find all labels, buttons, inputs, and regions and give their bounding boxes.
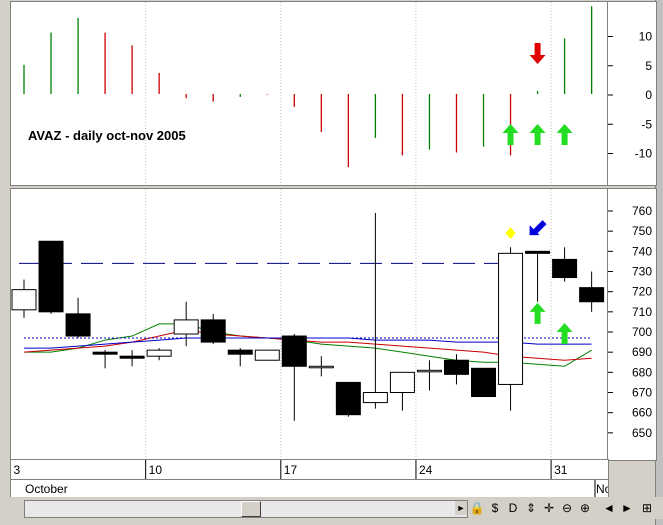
- d-icon[interactable]: D: [504, 499, 522, 517]
- y-tick-label: 710: [632, 305, 652, 319]
- y-tick-label: 730: [632, 265, 652, 279]
- yellow-diamond-marker: [505, 227, 516, 240]
- candle-body-up: [389, 371, 415, 394]
- green-up-arrow-marker: [529, 302, 546, 324]
- window-left-edge: [0, 0, 10, 525]
- green-up-arrow-marker: [529, 123, 546, 145]
- y-tick-label: 750: [632, 224, 652, 238]
- candle-body-up: [11, 289, 37, 311]
- candle-body-up: [308, 365, 334, 369]
- candle-body-down: [200, 319, 226, 343]
- oscillator-y-axis: 10 5 0 -5 -10: [607, 1, 657, 186]
- candle-body-down: [227, 349, 253, 355]
- price-grid: [10, 189, 552, 460]
- lock-icon[interactable]: 🔒: [468, 499, 486, 517]
- candle-body-down: [281, 335, 307, 367]
- price-chart: [10, 189, 605, 460]
- y-tick-label: 760: [632, 204, 652, 218]
- price-pane: [10, 188, 609, 461]
- oscillator-y-axis-labels: 10 5 0 -5 -10: [608, 30, 653, 161]
- y-tick-label: 670: [632, 386, 652, 400]
- candle-body-down: [92, 351, 118, 355]
- chart-toolbar: ► 🔒 $ D ⇕ ✛ ⊖ ⊕ ◄ ► ⊞: [10, 497, 663, 519]
- date-tick-label: 10: [149, 463, 163, 477]
- y-tick-label: 0: [645, 88, 652, 102]
- y-tick-label: 720: [632, 285, 652, 299]
- red-down-arrow-marker: [529, 43, 546, 65]
- date-axis-labels: 3 10 17 24 31: [10, 460, 568, 480]
- month-axis: October No: [10, 479, 612, 498]
- chart-title: AVAZ - daily oct-nov 2005: [28, 128, 186, 143]
- blue-arrow-marker: [529, 220, 547, 236]
- right-arrow-icon[interactable]: ►: [618, 499, 636, 517]
- y-tick-label: -5: [641, 117, 652, 131]
- candle-body-down: [443, 359, 469, 375]
- oscillator-grid: [10, 2, 552, 185]
- horizontal-scrollbar[interactable]: ►: [24, 500, 468, 518]
- vertical-resize-icon[interactable]: ⇕: [522, 499, 540, 517]
- left-arrow-icon[interactable]: ◄: [600, 499, 618, 517]
- y-tick-label: 660: [632, 406, 652, 420]
- y-tick-label: 740: [632, 244, 652, 258]
- month-label-october: October: [25, 482, 68, 496]
- y-tick-label: -10: [635, 147, 653, 161]
- price-y-axis-labels: 760 750 740 730 720 710 700 690 680 670 660 650: [608, 204, 652, 440]
- dollar-icon[interactable]: $: [486, 499, 504, 517]
- candle-body-up: [416, 369, 442, 373]
- y-tick-label: 10: [639, 30, 653, 44]
- candle-body-down: [38, 240, 64, 313]
- zoom-out-icon[interactable]: ⊖: [558, 499, 576, 517]
- date-tick-label: 3: [14, 463, 21, 477]
- oscillator-pane: AVAZ - daily oct-nov 2005: [10, 1, 609, 186]
- green-up-arrow-marker: [556, 123, 573, 145]
- candlesticks: [11, 213, 605, 421]
- candle-body-up: [173, 319, 199, 335]
- scrollbar-thumb[interactable]: [241, 501, 261, 517]
- candle-body-down: [65, 313, 91, 337]
- month-label-november: No: [596, 482, 608, 496]
- candle-body-up: [362, 392, 388, 404]
- candle-body-up: [146, 349, 172, 357]
- zoom-in-icon[interactable]: ⊕: [576, 499, 594, 517]
- candle-body-down: [471, 367, 497, 398]
- move-icon[interactable]: ✛: [540, 499, 558, 517]
- month-axis-labels: October No: [25, 480, 612, 497]
- y-tick-label: 650: [632, 426, 652, 440]
- green-up-arrow-marker: [502, 123, 519, 145]
- candle-body-down: [552, 258, 578, 279]
- candle-body-down: [579, 287, 605, 303]
- y-tick-label: 700: [632, 325, 652, 339]
- green-up-arrow-marker: [556, 323, 573, 345]
- candle-body-down: [335, 381, 361, 416]
- y-tick-label: 690: [632, 345, 652, 359]
- date-tick-label: 24: [419, 463, 433, 477]
- candle-body-down: [119, 355, 145, 359]
- candle-body-down: [525, 250, 551, 254]
- y-tick-label: 5: [645, 59, 652, 73]
- date-tick-label: 31: [554, 463, 568, 477]
- date-tick-label: 17: [284, 463, 298, 477]
- price-y-axis: 760 750 740 730 720 710 700 690 680 670 660 650: [607, 188, 657, 461]
- date-axis: 3 10 17 24 31: [10, 459, 609, 481]
- candle-body-up: [254, 349, 280, 361]
- candle-body-up: [498, 252, 524, 385]
- maximize-icon[interactable]: ⊞: [638, 499, 656, 517]
- oscillator-chart: AVAZ - daily oct-nov 2005: [10, 2, 593, 185]
- y-tick-label: 680: [632, 365, 652, 379]
- scroll-right-arrow[interactable]: ►: [455, 501, 467, 515]
